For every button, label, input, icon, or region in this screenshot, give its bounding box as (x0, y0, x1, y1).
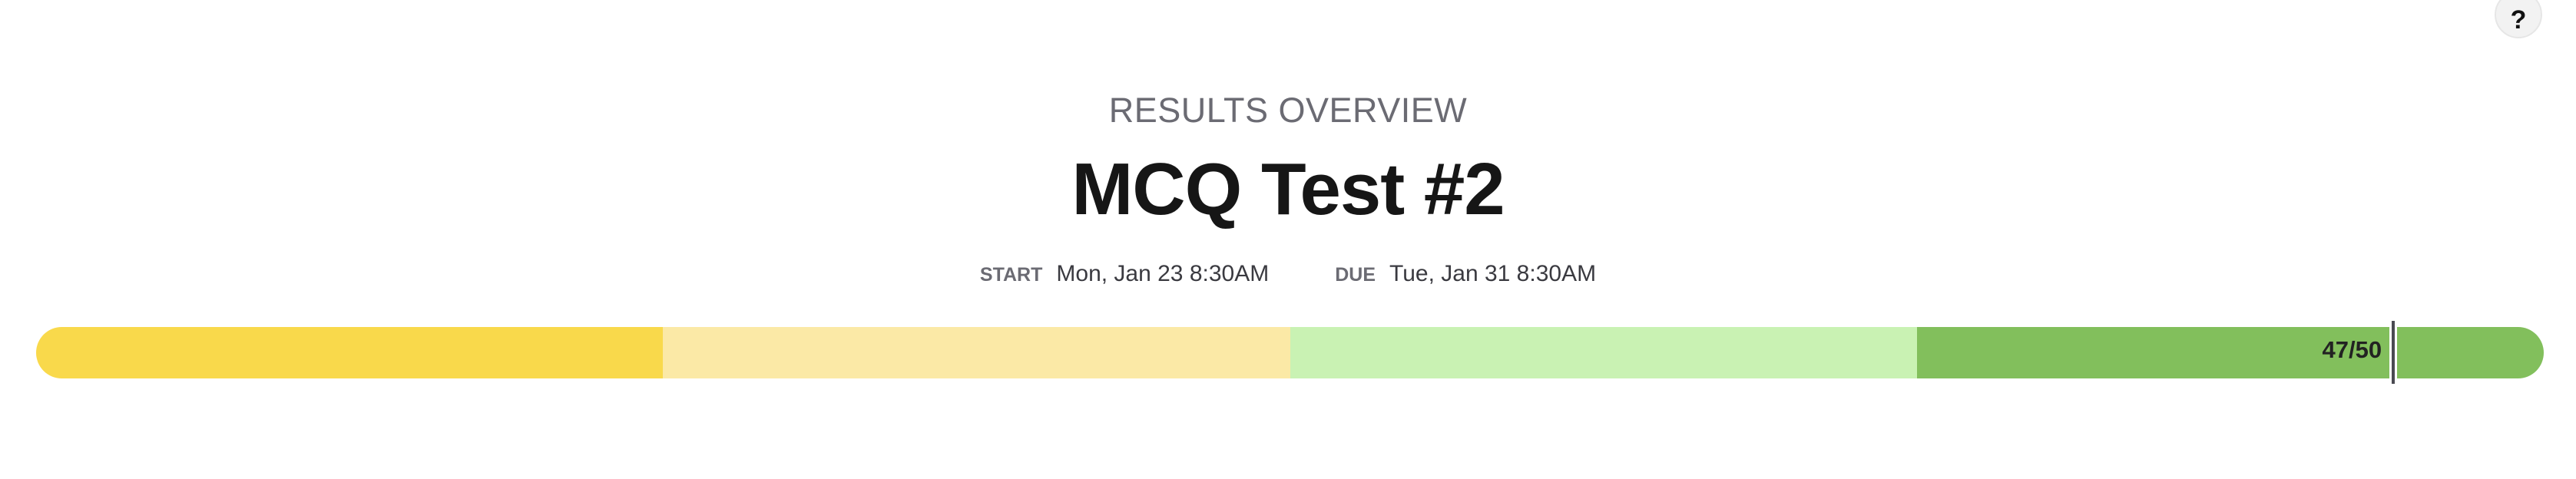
due-date: Tue, Jan 31 8:30AM (1389, 261, 1597, 286)
score-bar-segment-3 (1290, 327, 1917, 378)
start-label: START (979, 264, 1043, 286)
page-title: MCQ Test #2 (1071, 148, 1505, 230)
score-marker (2392, 321, 2396, 384)
due-label: DUE (1335, 264, 1376, 286)
page-subtitle: RESULTS OVERVIEW (1108, 91, 1468, 130)
date-range: START Mon, Jan 23 8:30AM DUE Tue, Jan 31 8:… (0, 261, 2576, 287)
score-bar-segment-2 (663, 327, 1290, 378)
help-button[interactable]: ? (2495, 0, 2542, 38)
question-mark-icon: ? (2510, 5, 2527, 35)
score-bar (36, 327, 2544, 378)
start-date: Mon, Jan 23 8:30AM (1056, 261, 1270, 286)
score-bar-segment-1 (36, 327, 664, 378)
score-label: 47/50 (2322, 336, 2382, 363)
